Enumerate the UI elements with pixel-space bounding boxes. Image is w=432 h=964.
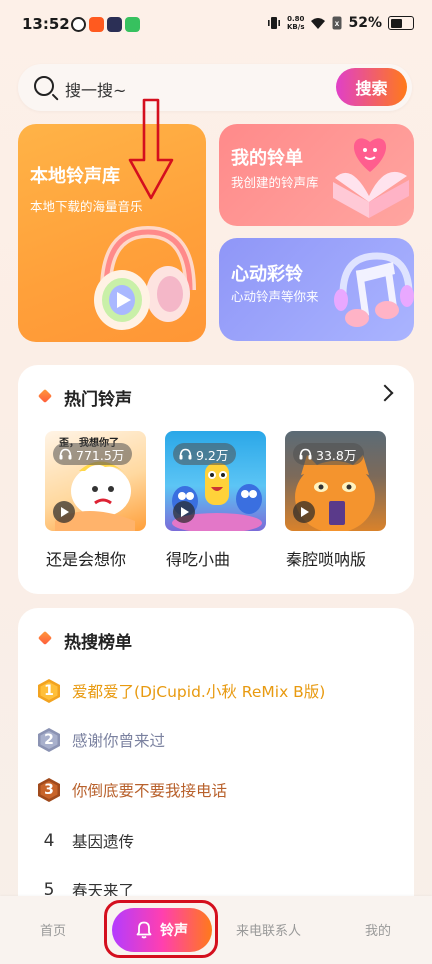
tab-me[interactable]: 我的 bbox=[365, 920, 391, 939]
search-button[interactable]: 搜索 bbox=[336, 68, 407, 106]
bottom-tab-bar: 首页 铃声 来电联系人 我的 bbox=[0, 896, 432, 964]
ringtone-thumbnail[interactable]: 33.8万 bbox=[285, 431, 386, 531]
local-ringtone-library-card[interactable]: 本地铃声库 本地下载的海量音乐 bbox=[18, 124, 206, 342]
ringtone-title[interactable]: 秦腔唢呐版 bbox=[286, 546, 366, 570]
app-notification-icon bbox=[71, 17, 86, 32]
trending-title: 你倒底要不要我接电话 bbox=[72, 782, 228, 800]
ringtone-title[interactable]: 得吃小曲 bbox=[166, 546, 230, 570]
rank-badge-bronze-icon: 3 bbox=[36, 777, 62, 803]
trending-title: 感谢你曾来过 bbox=[72, 732, 166, 750]
search-bar[interactable]: 搜一搜~ 搜索 bbox=[18, 64, 412, 111]
play-count-badge: 9.2万 bbox=[173, 443, 237, 465]
wifi-icon bbox=[311, 17, 326, 29]
status-time: 13:52 bbox=[22, 15, 70, 33]
music-book-heart-icon bbox=[333, 138, 409, 218]
play-count: 9.2万 bbox=[196, 447, 229, 463]
vibrate-icon bbox=[268, 17, 280, 29]
chevron-right-icon[interactable] bbox=[376, 384, 394, 402]
ringtone-thumbnail[interactable]: 歪，我想你了 771.5万 bbox=[45, 431, 146, 531]
card-subtitle: 我创建的铃声库 bbox=[231, 175, 319, 190]
annotation-highlight-box bbox=[104, 900, 218, 958]
card-title: 我的铃单 bbox=[231, 148, 303, 169]
tab-contacts[interactable]: 来电联系人 bbox=[236, 920, 301, 939]
play-count-badge: 33.8万 bbox=[293, 443, 365, 465]
annotation-arrow-icon bbox=[128, 98, 174, 200]
network-speed: 0.80 KB/s bbox=[287, 15, 305, 31]
section-title: 热搜榜单 bbox=[64, 633, 132, 653]
trending-title: 爱都爱了(DjCupid.小秋 ReMix B版) bbox=[72, 683, 326, 701]
play-icon[interactable] bbox=[53, 501, 75, 523]
play-count-badge: 771.5万 bbox=[53, 443, 133, 465]
search-icon bbox=[34, 76, 54, 96]
trending-item[interactable]: 2 感谢你曾来过 bbox=[36, 725, 165, 755]
status-bar: 13:52 0.80 KB/s x 52% bbox=[0, 0, 432, 52]
play-count: 771.5万 bbox=[76, 447, 125, 463]
search-input[interactable]: 搜一搜~ bbox=[65, 77, 126, 101]
card-title: 心动彩铃 bbox=[231, 264, 303, 285]
battery-percent: 52% bbox=[348, 15, 382, 31]
tab-home[interactable]: 首页 bbox=[40, 920, 66, 939]
card-title: 本地铃声库 bbox=[30, 166, 120, 187]
music-note-icon bbox=[334, 252, 414, 327]
status-indicators: 0.80 KB/s x 52% bbox=[267, 15, 414, 31]
rank-number: 4 bbox=[43, 831, 55, 851]
app-notification-icon bbox=[107, 17, 122, 32]
ringtone-title[interactable]: 还是会想你 bbox=[46, 546, 126, 570]
rank-badge-gold-icon: 1 bbox=[36, 678, 62, 704]
rank-badge-silver-icon: 2 bbox=[36, 727, 62, 753]
play-count: 33.8万 bbox=[316, 447, 357, 463]
card-subtitle: 心动铃声等你来 bbox=[231, 289, 319, 304]
headphone-icon bbox=[59, 448, 72, 460]
section-diamond-icon bbox=[37, 630, 53, 646]
trending-search-panel: 热搜榜单 1 爱都爱了(DjCupid.小秋 ReMix B版) 2 感谢你曾来… bbox=[18, 608, 414, 928]
trending-item[interactable]: 1 爱都爱了(DjCupid.小秋 ReMix B版) bbox=[36, 676, 325, 706]
ringtone-thumbnail[interactable]: 9.2万 bbox=[165, 431, 266, 531]
headphone-icon bbox=[179, 448, 192, 460]
heart-color-ringtone-card[interactable]: 心动彩铃 心动铃声等你来 bbox=[219, 238, 414, 341]
sim-icon: x bbox=[332, 16, 342, 30]
play-icon[interactable] bbox=[293, 501, 315, 523]
play-icon[interactable] bbox=[173, 501, 195, 523]
hot-ringtones-panel: 热门铃声 歪，我想你了 771.5万 还是会想你 bbox=[18, 365, 414, 594]
headphones-icon bbox=[94, 225, 196, 330]
trending-item[interactable]: 3 你倒底要不要我接电话 bbox=[36, 775, 227, 805]
svg-text:x: x bbox=[335, 19, 340, 28]
battery-icon bbox=[388, 16, 414, 30]
trending-title: 基因遗传 bbox=[72, 833, 135, 851]
app-notification-icon bbox=[125, 17, 140, 32]
headphone-icon bbox=[299, 448, 312, 460]
my-ringtone-list-card[interactable]: 我的铃单 我创建的铃声库 bbox=[219, 124, 414, 226]
app-notification-icon bbox=[89, 17, 104, 32]
section-title: 热门铃声 bbox=[64, 390, 132, 410]
section-diamond-icon bbox=[37, 388, 53, 404]
trending-item[interactable]: 4 基因遗传 bbox=[36, 826, 134, 856]
